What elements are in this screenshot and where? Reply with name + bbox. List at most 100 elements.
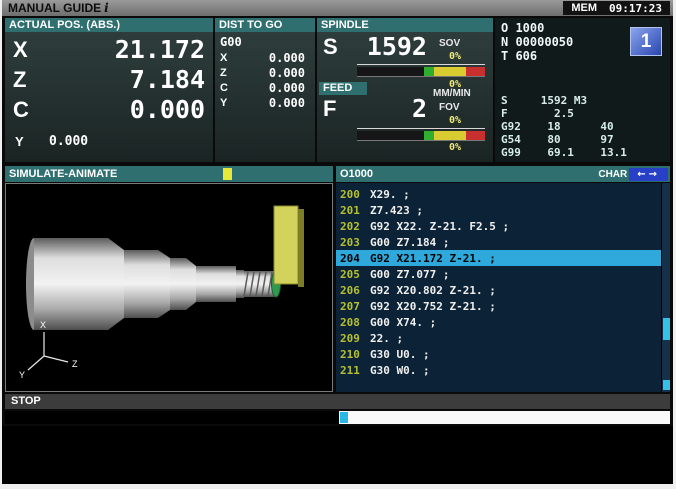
line-number: 209 <box>336 332 370 345</box>
axis-value: 0.000 <box>130 95 205 124</box>
key-in-buffer-field[interactable] <box>339 411 670 424</box>
simulate-header-bar: SIMULATE-ANIMATE <box>5 166 333 182</box>
part-cone-3 <box>186 258 196 310</box>
axis-row-y: Y 0.000 <box>5 132 213 150</box>
program-line[interactable]: 205G00 Z7.077 ; <box>336 266 661 282</box>
axis-value: 7.184 <box>130 65 205 94</box>
axis-letter: C <box>13 97 29 123</box>
left-right-arrows-icon: ←→ <box>629 168 668 181</box>
program-line[interactable]: 201Z7.423 ; <box>336 202 661 218</box>
dist-to-go-panel: DIST TO GO G00 X 0.000 Z 0.000 C 0.000 Y… <box>215 18 315 162</box>
app-title-i: i <box>104 1 109 15</box>
line-text: G92 X20.802 Z-21. ; <box>370 284 496 297</box>
line-text: X29. ; <box>370 188 410 201</box>
gauge-segment <box>466 131 485 140</box>
line-text: G92 X22. Z-21. F2.5 ; <box>370 220 509 233</box>
program-listing-window: 200X29. ; 201Z7.423 ; 202G92 X22. Z-21. … <box>336 183 670 392</box>
actual-position-header: ACTUAL POS. (ABS.) <box>5 18 213 32</box>
cnc-screen: MANUAL GUIDEi MEM 09:17:23 ACTUAL POS. (… <box>2 0 673 484</box>
feed-unit: MM/MIN <box>433 88 471 99</box>
feed-underline <box>357 128 485 129</box>
tool-block-side <box>298 209 304 287</box>
gauge-segment <box>424 67 434 76</box>
axis-label-x: X <box>40 320 46 330</box>
line-text: G00 X74. ; <box>370 316 436 329</box>
dist-row-y: Y 0.000 <box>215 96 315 111</box>
program-info-panel: O 1000 N 00000050 T 606 1 S 1592 M3 F 2.… <box>495 18 670 162</box>
app-title-text: MANUAL GUIDE <box>8 1 101 15</box>
line-text: 22. ; <box>370 332 403 345</box>
feed-load-value: 0% <box>449 142 461 153</box>
line-number: 202 <box>336 220 370 233</box>
mode-indicator: MEM <box>571 2 597 14</box>
line-number: 200 <box>336 188 370 201</box>
program-line[interactable]: 20922. ; <box>336 330 661 346</box>
spindle-header: SPINDLE <box>317 18 493 32</box>
actual-position-panel: ACTUAL POS. (ABS.) X 21.172 Z 7.184 C 0.… <box>5 18 213 162</box>
axis-letter: X <box>220 52 227 64</box>
axis-row-c: C 0.000 <box>5 94 213 124</box>
modal-g99-line: G99 69.1 13.1 <box>501 146 627 159</box>
axis-triad <box>28 332 68 370</box>
machined-part-rendering: X Y Z <box>6 184 332 391</box>
clock: 09:17:23 <box>609 2 662 15</box>
program-line[interactable]: 211G30 W0. ; <box>336 362 661 378</box>
gauge-segment <box>434 131 466 140</box>
line-text: Z7.423 ; <box>370 204 423 217</box>
part-step <box>236 270 244 298</box>
feed-rate: 2 <box>327 94 427 123</box>
sov-value: 0% <box>449 51 461 62</box>
active-gcode: G00 <box>220 35 242 49</box>
scrollbar[interactable] <box>661 183 670 392</box>
spindle-load-meter <box>357 67 485 77</box>
dist-row-z: Z 0.000 <box>215 66 315 81</box>
line-number: 204 <box>336 252 370 265</box>
line-number: 207 <box>336 300 370 313</box>
modal-f-line: F 2.5 <box>501 107 574 120</box>
axis-label-z: Z <box>72 359 78 369</box>
text-cursor <box>340 412 348 423</box>
scrollbar-down-marker[interactable] <box>663 380 670 390</box>
modal-g54-line: G54 80 97 <box>501 133 614 146</box>
key-in-row <box>5 411 670 424</box>
line-number: 208 <box>336 316 370 329</box>
simulation-viewport: X Y Z <box>5 183 333 392</box>
part-cylinder-4 <box>196 266 236 302</box>
axis-value: 21.172 <box>115 35 205 64</box>
part-cylinder-large <box>34 238 108 330</box>
program-line-current[interactable]: 204G92 X21.172 Z-21. ; <box>336 250 661 266</box>
program-lines: 200X29. ; 201Z7.423 ; 202G92 X22. Z-21. … <box>336 183 661 378</box>
program-line[interactable]: 207G92 X20.752 Z-21. ; <box>336 298 661 314</box>
program-line[interactable]: 200X29. ; <box>336 186 661 202</box>
char-mode-indicator: CHAR ←→ <box>598 167 668 181</box>
gauge-segment <box>357 131 424 140</box>
part-cone-1 <box>108 238 124 330</box>
scrollbar-thumb[interactable] <box>663 318 670 340</box>
spindle-feed-panel: SPINDLE S 1592 SOV 0% 0% FEED F 2 MM/MIN… <box>317 18 493 162</box>
program-number: O 1000 <box>501 21 544 35</box>
part-cylinder-2 <box>124 250 158 318</box>
program-line[interactable]: 210G30 U0. ; <box>336 346 661 362</box>
part-cone-2 <box>158 250 170 318</box>
simulate-run-indicator <box>223 168 232 180</box>
line-text: G30 W0. ; <box>370 364 430 377</box>
axis-value: 0.000 <box>269 66 305 80</box>
feed-load-meter <box>357 131 485 141</box>
axis-letter: Z <box>13 67 26 93</box>
program-line[interactable]: 208G00 X74. ; <box>336 314 661 330</box>
softkey-bar: ◀ REWIND START <box>2 426 673 484</box>
program-title: O1000 <box>340 166 373 182</box>
axis-value: 0.000 <box>269 81 305 95</box>
title-bar: MANUAL GUIDEi MEM 09:17:23 <box>2 0 673 16</box>
axis-letter: X <box>13 37 28 63</box>
sequence-number: N 00000050 <box>501 35 573 49</box>
simulate-title: SIMULATE-ANIMATE <box>9 166 117 182</box>
page-number-badge: 1 <box>630 27 662 56</box>
line-text: G92 X20.752 Z-21. ; <box>370 300 496 313</box>
program-header-bar: O1000 CHAR ←→ <box>336 166 670 182</box>
program-line[interactable]: 202G92 X22. Z-21. F2.5 ; <box>336 218 661 234</box>
program-line[interactable]: 206G92 X20.802 Z-21. ; <box>336 282 661 298</box>
dist-to-go-header: DIST TO GO <box>215 18 315 32</box>
program-line[interactable]: 203G00 Z7.184 ; <box>336 234 661 250</box>
axis-letter: Y <box>220 97 227 109</box>
